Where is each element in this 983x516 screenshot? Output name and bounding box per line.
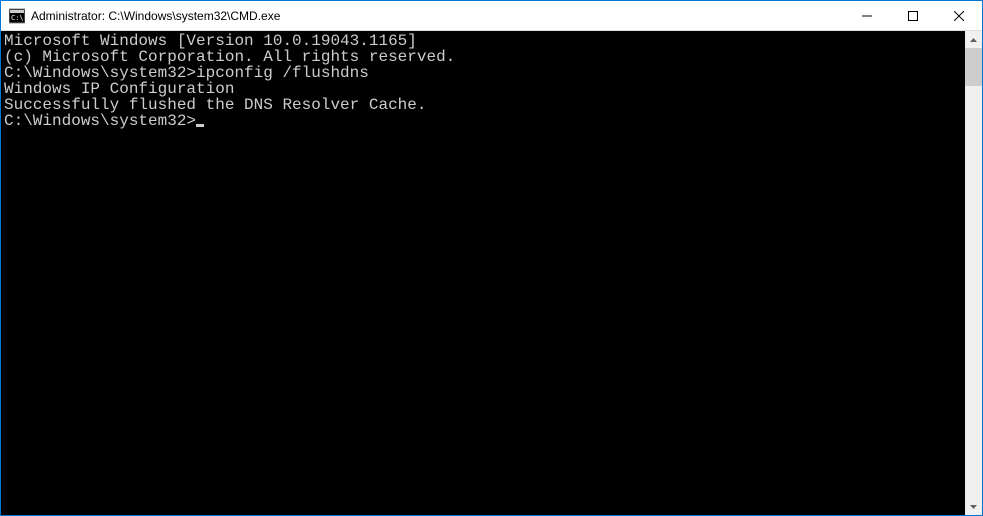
chevron-down-icon [970,505,977,509]
output-line: Microsoft Windows [Version 10.0.19043.11… [4,33,965,49]
terminal-output[interactable]: Microsoft Windows [Version 10.0.19043.11… [1,31,965,515]
vertical-scrollbar[interactable] [965,31,982,515]
scroll-thumb[interactable] [965,48,982,86]
svg-text:C:\: C:\ [11,14,24,22]
minimize-icon [862,11,872,21]
prompt: C:\Windows\system32> [4,112,196,130]
cmd-window: C:\ Administrator: C:\Windows\system32\C… [0,0,983,516]
titlebar[interactable]: C:\ Administrator: C:\Windows\system32\C… [1,1,982,31]
content-area: Microsoft Windows [Version 10.0.19043.11… [1,31,982,515]
prompt-line: C:\Windows\system32> [4,113,965,129]
output-line: Windows IP Configuration [4,81,965,97]
scroll-up-button[interactable] [965,31,982,48]
minimize-button[interactable] [844,1,890,30]
close-icon [954,11,964,21]
window-controls [844,1,982,30]
cmd-icon: C:\ [9,8,25,24]
cursor [196,124,204,127]
output-line: (c) Microsoft Corporation. All rights re… [4,49,965,65]
close-button[interactable] [936,1,982,30]
scroll-down-button[interactable] [965,498,982,515]
maximize-button[interactable] [890,1,936,30]
chevron-up-icon [970,38,977,42]
prompt-line: C:\Windows\system32>ipconfig /flushdns [4,65,965,81]
window-title: Administrator: C:\Windows\system32\CMD.e… [31,9,844,23]
maximize-icon [908,11,918,21]
output-line: Successfully flushed the DNS Resolver Ca… [4,97,965,113]
